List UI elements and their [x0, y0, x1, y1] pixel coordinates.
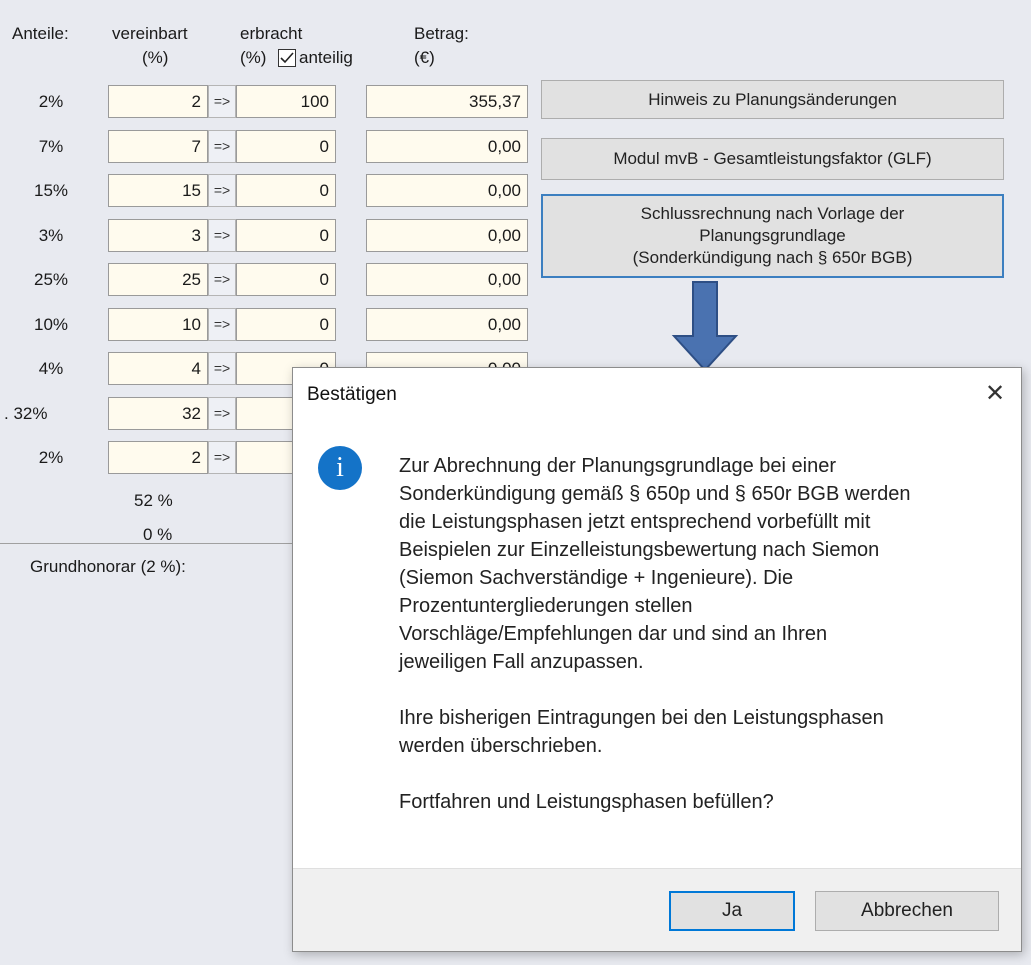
modul-glf-button[interactable]: Modul mvB - Gesamtleistungsfaktor (GLF): [541, 138, 1004, 180]
betrag-field: 0,00: [366, 174, 528, 207]
transfer-button[interactable]: =>: [208, 263, 236, 296]
anteil-label: 2%: [38, 92, 64, 111]
vereinbart-input[interactable]: 25: [108, 263, 208, 296]
vereinbart-input[interactable]: 32: [108, 397, 208, 430]
erbracht-input[interactable]: 0: [236, 174, 336, 207]
schlussrechnung-line-1: Schlussrechnung nach Vorlage der: [640, 204, 905, 223]
dialog-title: Bestätigen: [307, 384, 397, 405]
transfer-button[interactable]: =>: [208, 85, 236, 118]
transfer-button[interactable]: =>: [208, 174, 236, 207]
transfer-button[interactable]: =>: [208, 352, 236, 385]
erbracht-unit: (%): [240, 48, 267, 67]
vereinbart-input[interactable]: 3: [108, 219, 208, 252]
message-line: die Leistungsphasen jetzt entsprechend v…: [399, 511, 871, 533]
transfer-button[interactable]: =>: [208, 397, 236, 430]
hinweis-button[interactable]: Hinweis zu Planungsänderungen: [541, 80, 1004, 119]
vereinbart-header: vereinbart: [112, 24, 188, 43]
betrag-field: 0,00: [366, 308, 528, 341]
dialog-message: Zur Abrechnung der Planungsgrundlage bei…: [399, 452, 1009, 816]
warning-line: Ihre bisherigen Eintragungen bei den Lei…: [399, 707, 884, 729]
betrag-field: 355,37: [366, 85, 528, 118]
confirm-dialog: Bestätigen ✕ i Zur Abrechnung der Planun…: [292, 367, 1022, 952]
vereinbart-unit: (%): [142, 48, 169, 67]
anteilig-checkbox[interactable]: [278, 49, 296, 67]
warning-line: werden überschrieben.: [399, 735, 603, 757]
anteil-label: 25%: [33, 270, 69, 289]
schlussrechnung-line-2: Planungsgrundlage: [699, 226, 846, 245]
vereinbart-input[interactable]: 2: [108, 85, 208, 118]
transfer-button[interactable]: =>: [208, 130, 236, 163]
erbracht-input[interactable]: 100: [236, 85, 336, 118]
divider: [0, 543, 292, 544]
checkmark-icon: [278, 49, 296, 67]
vereinbart-input[interactable]: 2: [108, 441, 208, 474]
yes-button[interactable]: Ja: [669, 891, 795, 931]
erbracht-input[interactable]: 0: [236, 263, 336, 296]
erbracht-input[interactable]: 0: [236, 308, 336, 341]
message-line: Beispielen zur Einzelleistungsbewertung …: [399, 539, 880, 561]
transfer-button[interactable]: =>: [208, 308, 236, 341]
schlussrechnung-button[interactable]: Schlussrechnung nach Vorlage der Planung…: [541, 194, 1004, 278]
anteilig-label: anteilig: [299, 48, 353, 67]
transfer-button[interactable]: =>: [208, 441, 236, 474]
schlussrechnung-line-3: (Sonderkündigung nach § 650r BGB): [632, 248, 913, 267]
betrag-field: 0,00: [366, 263, 528, 296]
message-line: Sonderkündigung gemäß § 650p und § 650r …: [399, 483, 911, 505]
sum-second: 0 %: [143, 525, 173, 544]
erbracht-header: erbracht: [240, 24, 303, 43]
betrag-field: 0,00: [366, 219, 528, 252]
message-line: Prozentuntergliederungen stellen: [399, 595, 693, 617]
vereinbart-input[interactable]: 10: [108, 308, 208, 341]
message-line: Vorschläge/Empfehlungen dar und sind an …: [399, 623, 828, 645]
anteil-label: 2%: [38, 448, 64, 467]
cancel-button[interactable]: Abbrechen: [815, 891, 999, 931]
anteil-label: 3%: [38, 226, 64, 245]
betrag-unit: (€): [414, 48, 435, 67]
anteil-label: 7%: [38, 137, 64, 156]
vereinbart-input[interactable]: 7: [108, 130, 208, 163]
anteil-label: 15%: [33, 181, 69, 200]
betrag-header: Betrag:: [414, 24, 469, 43]
anteil-label: 10%: [33, 315, 69, 334]
anteil-label: 4%: [38, 359, 64, 378]
vereinbart-input[interactable]: 4: [108, 352, 208, 385]
info-icon: i: [318, 446, 362, 490]
anteile-header: Anteile:: [12, 24, 69, 43]
message-line: Zur Abrechnung der Planungsgrundlage bei…: [399, 455, 836, 477]
erbracht-input[interactable]: 0: [236, 130, 336, 163]
betrag-field: 0,00: [366, 130, 528, 163]
close-icon[interactable]: ✕: [977, 376, 1013, 412]
message-line: jeweiligen Fall anzupassen.: [399, 651, 644, 673]
grundhonorar-label: Grundhonorar (2 %):: [30, 557, 186, 576]
dialog-footer: Ja Abbrechen: [293, 868, 1021, 951]
vereinbart-input[interactable]: 15: [108, 174, 208, 207]
transfer-button[interactable]: =>: [208, 219, 236, 252]
dialog-question: Fortfahren und Leistungsphasen befüllen?: [399, 791, 774, 813]
annotation-arrow-icon: [671, 281, 739, 372]
sum-vereinbart: 52 %: [134, 491, 173, 510]
anteil-label: . 32%: [4, 404, 48, 423]
erbracht-input[interactable]: 0: [236, 219, 336, 252]
message-line: (Siemon Sachverständige + Ingenieure). D…: [399, 567, 794, 589]
